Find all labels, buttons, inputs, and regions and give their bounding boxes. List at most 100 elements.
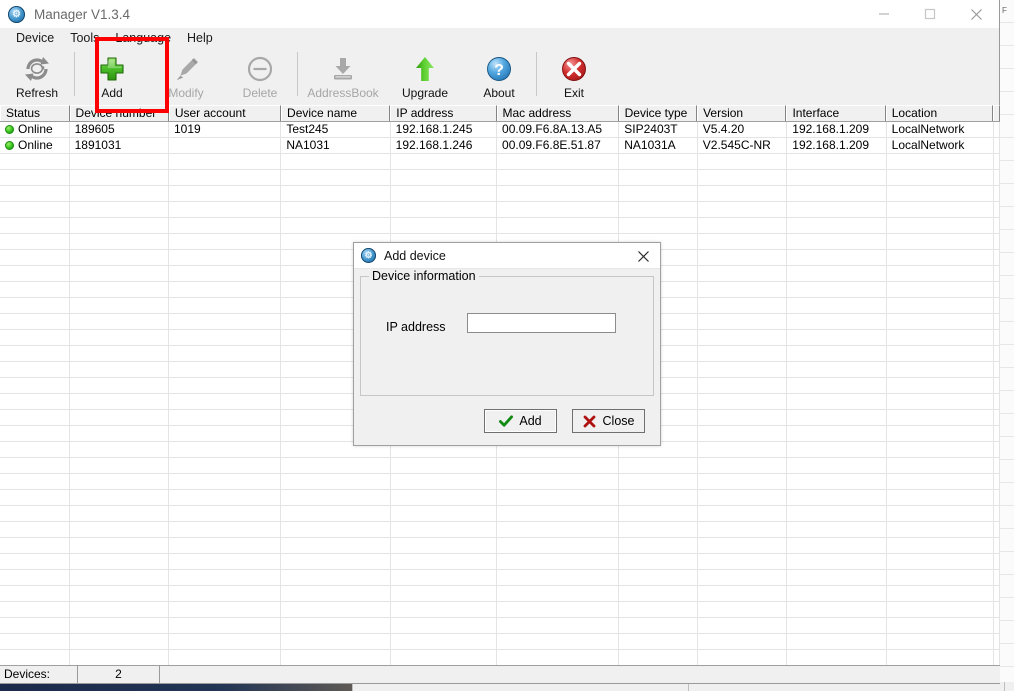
cell-location: LocalNetwork [887, 138, 995, 153]
cell-empty [698, 314, 788, 329]
column-header-location[interactable]: Location [885, 105, 993, 121]
cell-empty [70, 362, 169, 377]
cell-empty [0, 602, 70, 617]
table-row-empty[interactable] [0, 650, 1000, 666]
background-row [1000, 368, 1014, 391]
table-row-empty[interactable] [0, 154, 1000, 170]
cell-empty [887, 426, 995, 441]
cell-empty [887, 490, 995, 505]
cell-empty [281, 538, 391, 553]
table-row-empty[interactable] [0, 618, 1000, 634]
cell-empty [619, 522, 698, 537]
cell-empty [70, 570, 169, 585]
table-row-empty[interactable] [0, 218, 1000, 234]
cell-empty [391, 618, 498, 633]
cell-empty [70, 250, 169, 265]
cell-device_name: Test245 [281, 122, 391, 137]
cell-empty [787, 234, 887, 249]
table-row[interactable]: Online 189605 1019 Test245 192.168.1.245 00.0… [0, 122, 1000, 138]
cell-empty [169, 266, 282, 281]
column-header-mac-address[interactable]: Mac address [496, 105, 619, 121]
table-row-empty[interactable] [0, 522, 1000, 538]
close-icon[interactable] [953, 0, 999, 28]
maximize-icon[interactable] [907, 0, 953, 28]
cell-empty [169, 186, 282, 201]
cell-filler [994, 234, 1000, 249]
cell-empty [391, 634, 498, 649]
close-icon[interactable] [634, 247, 652, 265]
cell-empty [281, 474, 391, 489]
column-header-interface[interactable]: Interface [786, 105, 886, 121]
cell-empty [787, 154, 887, 169]
minimize-icon[interactable] [861, 0, 907, 28]
menu-item-device[interactable]: Device [8, 29, 62, 47]
table-row-empty[interactable] [0, 554, 1000, 570]
cell-empty [391, 602, 498, 617]
menu-item-tools[interactable]: Tools [62, 29, 107, 47]
cell-empty [281, 170, 391, 185]
cell-empty [70, 554, 169, 569]
table-row-empty[interactable] [0, 170, 1000, 186]
table-row-empty[interactable] [0, 458, 1000, 474]
cell-empty [887, 378, 995, 393]
cell-empty [169, 442, 282, 457]
table-row-empty[interactable] [0, 634, 1000, 650]
cell-filler [994, 554, 1000, 569]
column-header-ip-address[interactable]: IP address [390, 105, 497, 121]
column-header-user-account[interactable]: User account [168, 105, 282, 121]
dialog-close-button[interactable]: Close [572, 409, 645, 433]
background-row [1000, 345, 1014, 368]
table-row[interactable]: Online 1891031 NA1031 192.168.1.246 00.09.F6… [0, 138, 1000, 154]
cell-empty [698, 618, 788, 633]
cell-empty [391, 218, 498, 233]
column-header-device-number[interactable]: Device number [69, 105, 169, 121]
cell-empty [787, 330, 887, 345]
cell-empty [619, 170, 698, 185]
cell-empty [169, 538, 282, 553]
cell-filler [994, 202, 1000, 217]
svg-text:?: ? [494, 62, 504, 79]
cell-empty [787, 394, 887, 409]
cell-empty [698, 634, 788, 649]
column-header-device-type[interactable]: Device type [618, 105, 698, 121]
toolbar: Refresh Add Modify Delete AddressBook Up… [0, 48, 999, 106]
table-row-empty[interactable] [0, 602, 1000, 618]
cell-empty [497, 602, 620, 617]
toolbar-label-refresh: Refresh [15, 86, 59, 100]
table-row-empty[interactable] [0, 586, 1000, 602]
cell-empty [0, 394, 70, 409]
column-header-version[interactable]: Version [697, 105, 787, 121]
cell-empty [887, 170, 995, 185]
cell-empty [787, 346, 887, 361]
cell-empty [70, 202, 169, 217]
status-text: Online [18, 138, 53, 152]
table-row-empty[interactable] [0, 506, 1000, 522]
column-header-device-name[interactable]: Device name [281, 105, 391, 121]
dialog-add-button[interactable]: Add [484, 409, 557, 433]
menu-item-language[interactable]: Language [107, 29, 179, 47]
cell-empty [391, 506, 498, 521]
toolbar-button-upgrade[interactable]: Upgrade [388, 48, 462, 103]
cell-empty [70, 218, 169, 233]
table-row-empty[interactable] [0, 570, 1000, 586]
cell-device_number: 1891031 [70, 138, 169, 153]
cell-empty [887, 314, 995, 329]
cell-filler [994, 330, 1000, 345]
toolbar-button-exit[interactable]: Exit [537, 48, 611, 103]
cell-empty [787, 570, 887, 585]
toolbar-button-refresh[interactable]: Refresh [0, 48, 74, 103]
toolbar-button-about[interactable]: ? About [462, 48, 536, 103]
cell-empty [497, 618, 620, 633]
table-row-empty[interactable] [0, 202, 1000, 218]
cell-empty [787, 298, 887, 313]
toolbar-button-add[interactable]: Add [75, 48, 149, 103]
table-row-empty[interactable] [0, 538, 1000, 554]
column-header-status[interactable]: Status [0, 105, 70, 121]
cell-mac_address: 00.09.F6.8A.13.A5 [497, 122, 620, 137]
table-row-empty[interactable] [0, 474, 1000, 490]
table-row-empty[interactable] [0, 186, 1000, 202]
menu-item-help[interactable]: Help [179, 29, 221, 47]
cell-filler [994, 122, 1000, 137]
ip-address-input[interactable] [467, 313, 616, 333]
table-row-empty[interactable] [0, 490, 1000, 506]
